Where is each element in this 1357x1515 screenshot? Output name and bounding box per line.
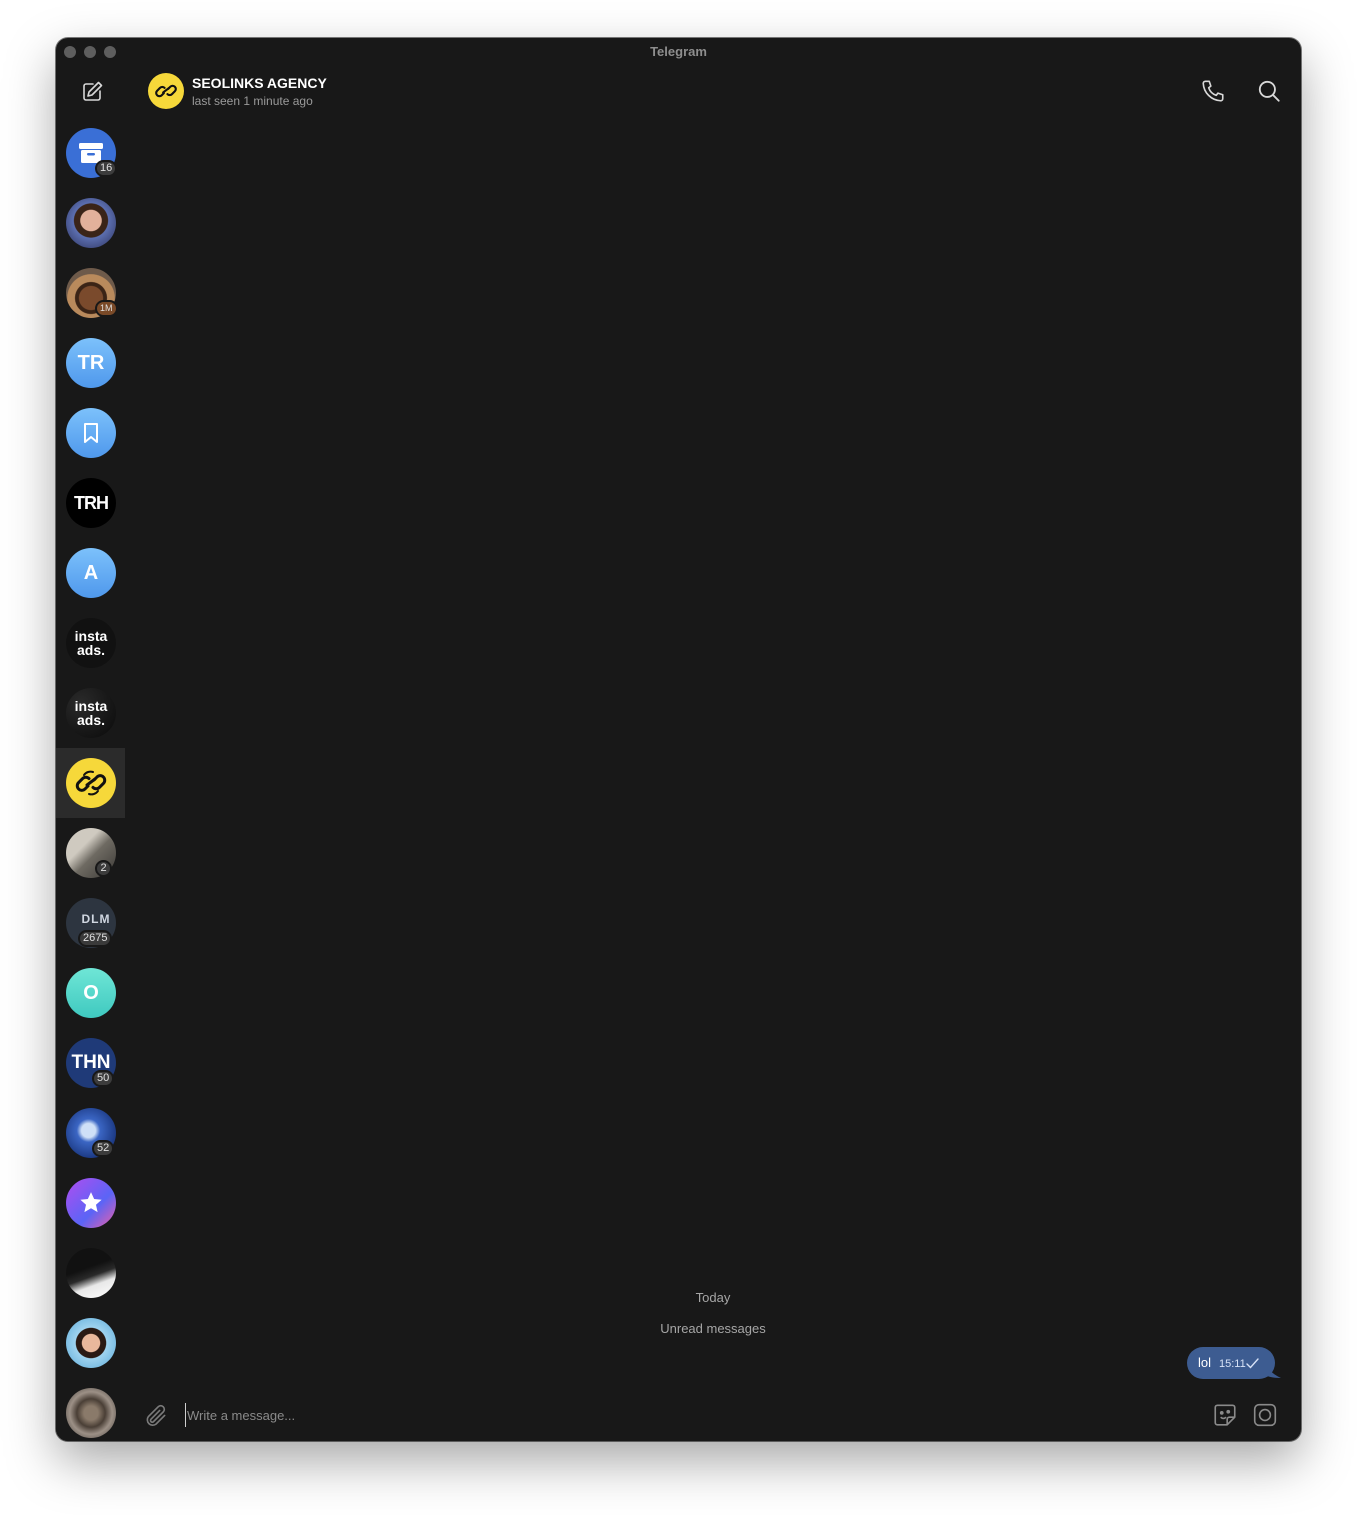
chat-item-werewolf-photo[interactable] [56, 1378, 125, 1441]
avatar: O [66, 968, 116, 1018]
avatar [66, 1178, 116, 1228]
avatar: A [66, 548, 116, 598]
chat-item-cowboy-photo[interactable]: 1M [56, 258, 125, 328]
avatar [66, 1248, 116, 1298]
chat-item-instaads[interactable]: insta ads. [56, 608, 125, 678]
chat-item-saved-messages[interactable] [56, 398, 125, 468]
chat-item-o[interactable]: O [56, 958, 125, 1028]
unread-badge: 2 [95, 860, 112, 877]
camera-button[interactable] [1252, 1402, 1278, 1428]
message-text: lol [1198, 1355, 1212, 1370]
avatar: TRH [66, 478, 116, 528]
chat-item-photo-gray[interactable]: 2 [56, 818, 125, 888]
search-button[interactable] [1256, 78, 1282, 104]
call-button[interactable] [1200, 78, 1226, 104]
chain-link-icon [155, 84, 177, 98]
chat-title[interactable]: SEOLINKS AGENCY [192, 75, 327, 91]
bookmark-icon [84, 423, 98, 443]
message-composer [125, 1389, 1301, 1441]
message-bubble-outgoing[interactable]: lol 15:11 [1187, 1347, 1275, 1379]
chat-item-blue-photo[interactable]: 52 [56, 1098, 125, 1168]
date-separator: Today [695, 1290, 731, 1305]
sticker-icon [1214, 1404, 1236, 1426]
phone-icon [1202, 80, 1224, 102]
avatar [66, 1388, 116, 1438]
chat-item-dlm[interactable]: DLM 2675 [56, 888, 125, 958]
chat-item-instaads-2[interactable]: insta ads. [56, 678, 125, 748]
chat-item-woman-photo[interactable] [56, 188, 125, 258]
title-bar: Telegram [56, 38, 1301, 66]
header-avatar[interactable] [148, 73, 184, 109]
check-icon [1246, 1358, 1259, 1369]
unread-badge: 16 [95, 160, 118, 177]
avatar [66, 198, 116, 248]
chat-item-seolinks[interactable] [56, 748, 125, 818]
unread-badge: 52 [92, 1140, 115, 1157]
unread-badge: 1M [95, 300, 118, 317]
search-icon [1258, 80, 1280, 102]
chat-header: SEOLINKS AGENCY last seen 1 minute ago [125, 66, 1301, 116]
unread-separator: Unread messages [660, 1321, 766, 1336]
chat-item-thn[interactable]: THN 50 [56, 1028, 125, 1098]
avatar [66, 758, 116, 808]
chat-item-tr[interactable]: TR [56, 328, 125, 398]
attach-icon [146, 1404, 166, 1427]
chat-item-a[interactable]: A [56, 538, 125, 608]
star-icon [80, 1192, 102, 1213]
attach-button[interactable] [143, 1403, 169, 1429]
camera-icon [1253, 1403, 1277, 1427]
chat-item-hacker-photo[interactable] [56, 1238, 125, 1308]
unread-badge: 2675 [78, 930, 113, 947]
chat-sidebar[interactable]: 16 1M TR TRH A insta ads. insta ads. 2 D… [56, 66, 125, 1441]
chat-status: last seen 1 minute ago [192, 94, 313, 108]
message-input[interactable] [185, 1403, 1135, 1427]
avatar: TR [66, 338, 116, 388]
window-title: Telegram [650, 44, 707, 59]
chat-item-star-bot[interactable] [56, 1168, 125, 1238]
chat-item-archive[interactable]: 16 [56, 118, 125, 188]
chat-item-woman-photo-2[interactable] [56, 1308, 125, 1378]
chat-item-trh[interactable]: TRH [56, 468, 125, 538]
compose-button[interactable] [80, 80, 104, 104]
sticker-button[interactable] [1212, 1402, 1238, 1428]
message-time: 15:11 [1219, 1358, 1246, 1370]
avatar: insta ads. [66, 618, 116, 668]
avatar [66, 1318, 116, 1368]
unread-badge: 50 [92, 1070, 115, 1087]
chain-link-icon [75, 770, 107, 796]
avatar [66, 408, 116, 458]
compose-icon [83, 81, 103, 101]
telegram-window: Telegram 16 1M TR TRH A insta ads. insta… [56, 38, 1301, 1441]
avatar: insta ads. [66, 688, 116, 738]
